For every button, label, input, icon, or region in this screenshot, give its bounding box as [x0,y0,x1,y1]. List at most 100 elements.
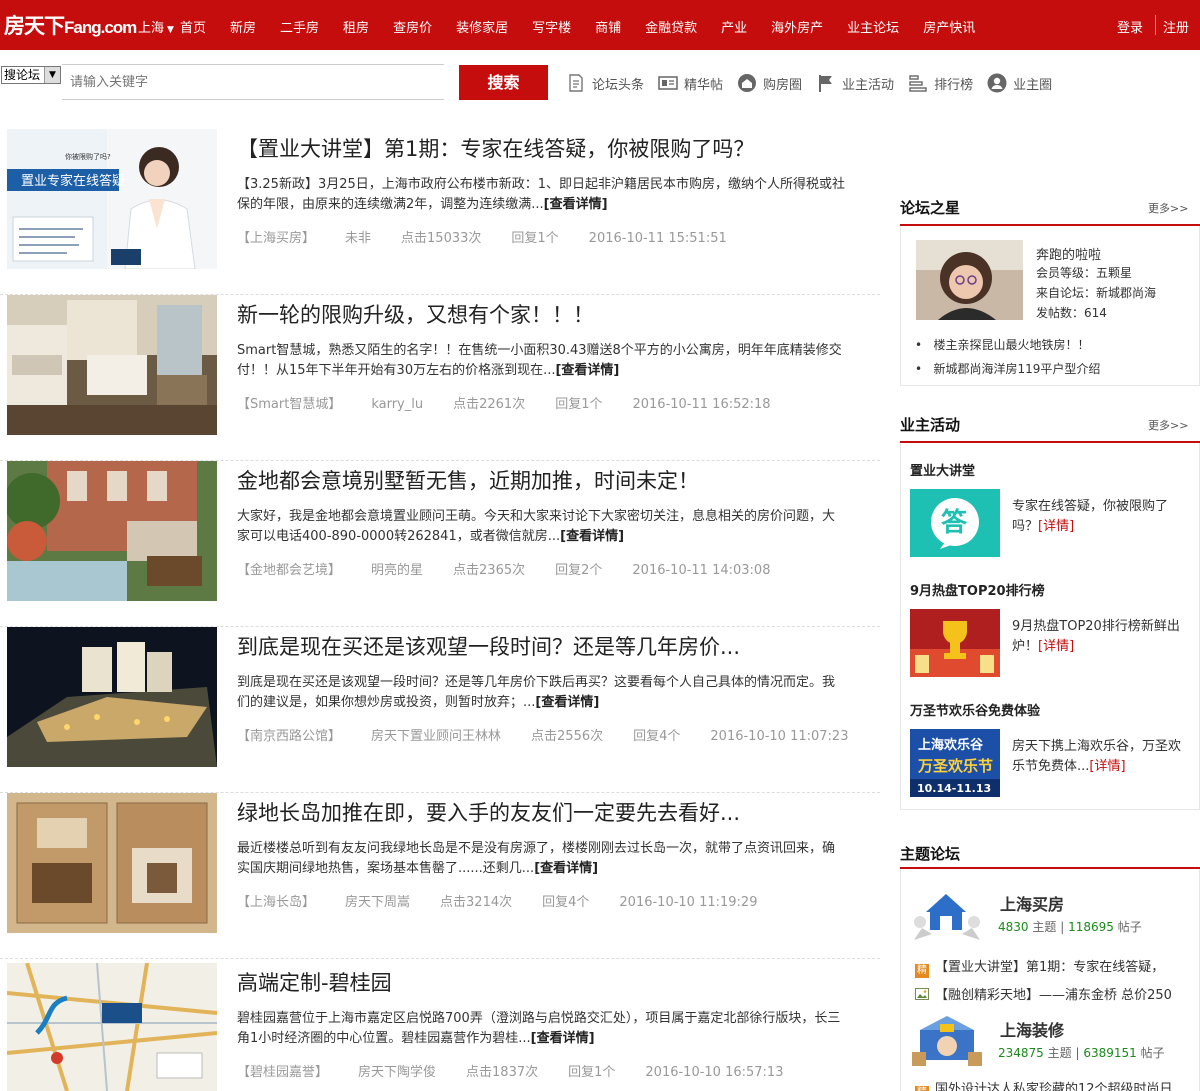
post-title[interactable]: 高端定制-碧桂园 [237,967,392,997]
post-author[interactable]: 房天下置业顾问王林林 [371,729,501,744]
nav-item[interactable]: 新房 [230,17,256,36]
list-item[interactable]: 高端定制-碧桂园 碧桂园嘉营位于上海市嘉定区启悦路700弄（澄浏路与启悦路交汇处… [0,963,880,1091]
svg-text:10.14-11.13: 10.14-11.13 [917,782,991,795]
post-title[interactable]: 到底是现在买还是该观望一段时间？还是等几年房价... [237,631,740,661]
post-author[interactable]: 房天下周嵩 [345,895,410,910]
nav-item[interactable]: 金融贷款 [645,17,697,36]
quick-link-featured[interactable]: 精华帖 [658,73,723,93]
city-selector[interactable]: 上海 ▼ [138,17,174,36]
post-desc: 到底是现在买还是该观望一段时间？还是等几年房价下跌后再买？这要看每个人自己具体的… [237,673,847,713]
view-detail-link[interactable]: [查看详情] [555,363,619,378]
activity-detail-link[interactable]: [详情] [1038,639,1074,654]
post-author[interactable]: 明亮的星 [371,563,423,578]
activity-detail-link[interactable]: [详情] [1089,759,1125,774]
list-item[interactable]: 新一轮的限购升级，又想有个家！！！ Smart智慧城，熟悉又陌生的名字！！在售统… [0,295,880,461]
post-forum[interactable]: 【Smart智慧城】 [237,397,341,412]
forum-icon[interactable] [912,884,982,940]
nav-item[interactable]: 海外房产 [771,17,823,36]
post-date: 2016-10-11 15:51:51 [588,231,727,246]
forum-name[interactable]: 上海买房 [1000,891,1064,915]
star-name[interactable]: 奔跑的啦啦 [1036,244,1101,263]
thumbnail[interactable]: 置业专家在线答疑 你被限购了吗? [7,129,217,269]
nav-item[interactable]: 租房 [343,17,369,36]
nav-item[interactable]: 装修家居 [456,17,508,36]
thumbnail[interactable] [7,295,217,435]
avatar[interactable] [916,240,1023,320]
nav-item[interactable]: 查房价 [393,17,432,36]
nav-item[interactable]: 首页 [180,17,206,36]
forum-post-title: 国外设计达人私家珍藏的12个超级时尚日 [935,1082,1173,1091]
quick-link-ranking[interactable]: 排行榜 [908,73,973,93]
activity-title[interactable]: 9月热盘TOP20排行榜 [910,580,1045,599]
star-forum: 来自论坛：新城郡尚海 [1036,286,1157,300]
activities-panel: 置业大讲堂 答 专家在线答疑，你被限购了吗？[详情] 9月热盘TOP20排行榜 … [900,443,1200,810]
forum-icon[interactable] [910,1012,984,1068]
post-forum[interactable]: 【金地都会艺境】 [237,563,341,578]
post-replies: 回复4个 [542,895,590,910]
list-item[interactable]: 置业专家在线答疑 你被限购了吗? 【置业大讲堂】第1期：专家在线答疑，你被限购了… [0,129,880,295]
search-scope-select[interactable]: 搜论坛 ▼ [1,66,61,84]
forum-post-link[interactable]: 精 国外设计达人私家珍藏的12个超级时尚日 [915,1078,1195,1091]
post-replies: 回复2个 [555,563,603,578]
forum-post-link[interactable]: 【融创精彩天地】——浦东金桥 总价250 [915,984,1195,1003]
activity-detail-link[interactable]: [详情] [1038,519,1074,534]
login-link[interactable]: 登录 [1117,17,1143,36]
post-author[interactable]: karry_lu [371,397,423,412]
activity-title[interactable]: 置业大讲堂 [910,460,975,479]
post-forum[interactable]: 【碧桂园嘉誉】 [237,1065,328,1080]
nav-item[interactable]: 房产快讯 [923,17,975,36]
forum-topic-unit: 主题 [1047,1046,1072,1060]
nav-item[interactable]: 业主论坛 [847,17,899,36]
quick-link-buyers[interactable]: 购房圈 [737,73,802,93]
activity-title[interactable]: 万圣节欢乐谷免费体验 [910,700,1040,719]
logo[interactable]: 房天下Fang.com [4,10,137,40]
post-forum[interactable]: 【上海买房】 [237,231,315,246]
star-post-title: 楼主亲探昆山最火地铁房！！ [933,338,1090,352]
view-detail-link[interactable]: [查看详情] [534,861,598,876]
activities-more-link[interactable]: 更多>> [1148,417,1188,433]
search-scope-label: 搜论坛 [4,68,41,82]
nav-item[interactable]: 产业 [721,17,747,36]
post-forum[interactable]: 【上海长岛】 [237,895,315,910]
nav-item[interactable]: 商铺 [595,17,621,36]
post-title[interactable]: 新一轮的限购升级，又想有个家！！！ [237,299,594,329]
forum-post-link[interactable]: 精【置业大讲堂】第1期：专家在线答疑， [915,956,1195,978]
nav-item[interactable]: 写字楼 [532,17,571,36]
post-forum[interactable]: 【南京西路公馆】 [237,729,341,744]
search-input[interactable] [62,64,444,100]
search-button[interactable]: 搜索 [459,65,548,100]
activity-image[interactable]: 答 [910,489,1000,557]
quick-link-owners[interactable]: 业主圈 [987,73,1052,93]
thumbnail[interactable] [7,461,217,601]
view-detail-link[interactable]: [查看详情] [535,695,599,710]
view-detail-link[interactable]: [查看详情] [544,197,608,212]
forum-star-more-link[interactable]: 更多>> [1148,200,1188,216]
activity-image[interactable]: 上海欢乐谷 万圣欢乐节 10.14-11.13 [910,729,1000,797]
post-title[interactable]: 金地都会意境别墅暂无售，近期加推，时间未定！ [237,465,699,495]
post-meta: 【金地都会艺境】 明亮的星 点击2365次 回复2个 2016-10-11 14:03:… [237,559,800,578]
post-author[interactable]: 房天下陶学俊 [358,1065,436,1080]
forum-name[interactable]: 上海装修 [1000,1017,1064,1041]
star-post-link[interactable]: • 新城郡尚海洋房119平户型介绍 [915,360,1100,377]
list-item[interactable]: 金地都会意境别墅暂无售，近期加推，时间未定！ 大家好，我是金地都会意境置业顾问王… [0,461,880,627]
register-link[interactable]: 注册 [1163,17,1189,36]
view-detail-link[interactable]: [查看详情] [560,529,624,544]
post-title[interactable]: 绿地长岛加推在即，要入手的友友们一定要先去看好... [237,797,740,827]
nav-item[interactable]: 二手房 [280,17,319,36]
post-author[interactable]: 未非 [345,231,371,246]
star-post-link[interactable]: • 楼主亲探昆山最火地铁房！！ [915,336,1090,353]
thumbnail[interactable] [7,793,217,933]
post-title[interactable]: 【置业大讲堂】第1期：专家在线答疑，你被限购了吗？ [237,133,754,163]
post-date: 2016-10-10 16:57:13 [645,1065,784,1080]
thumbnail[interactable] [7,627,217,767]
thumbnail[interactable] [7,963,217,1091]
post-date: 2016-10-11 16:52:18 [632,397,771,412]
list-item[interactable]: 绿地长岛加推在即，要入手的友友们一定要先去看好... 最近楼楼总听到有友友问我绿… [0,793,880,959]
quick-link-activities[interactable]: 业主活动 [816,73,894,93]
activity-image[interactable] [910,609,1000,677]
quick-link-headlines[interactable]: 论坛头条 [566,73,644,93]
list-item[interactable]: 到底是现在买还是该观望一段时间？还是等几年房价... 到底是现在买还是该观望一段… [0,627,880,793]
forum-stats: 4830 主题 | 118695 帖子 [998,920,1142,934]
view-detail-link[interactable]: [查看详情] [531,1031,595,1046]
top-nav: 房天下Fang.com 上海 ▼ 首页 新房 二手房 租房 查房价 装修家居 写字… [0,0,1200,50]
